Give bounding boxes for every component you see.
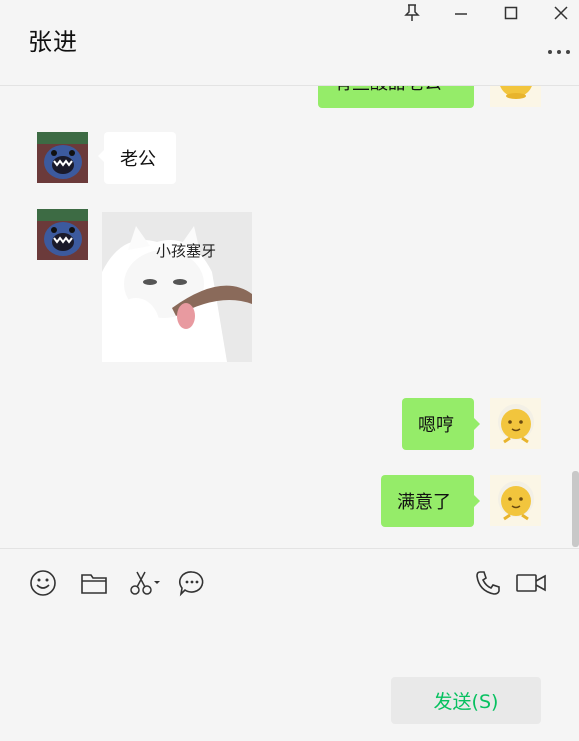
voice-call-button[interactable] [473, 568, 503, 598]
input-toolbar [0, 548, 579, 619]
scissors-icon [130, 571, 160, 595]
message-bubble[interactable]: 有些酸甜老公 [318, 86, 474, 108]
minimize-button[interactable] [450, 2, 472, 24]
user-avatar[interactable] [490, 86, 541, 107]
stitch-avatar-icon [37, 209, 88, 260]
user-avatar[interactable] [490, 398, 541, 449]
phone-icon [476, 571, 500, 595]
close-button[interactable] [550, 2, 572, 24]
emoji-avatar-icon [490, 475, 541, 526]
message-text: 满意了 [397, 492, 451, 513]
chat-history-button[interactable] [177, 568, 207, 598]
stitch-avatar-icon [37, 132, 88, 183]
contact-avatar[interactable] [37, 209, 88, 260]
contact-avatar[interactable] [37, 132, 88, 183]
pin-icon [404, 4, 420, 21]
more-options-button[interactable] [546, 40, 574, 60]
video-icon [516, 574, 546, 592]
emoji-avatar-icon [490, 86, 541, 107]
message-scrollbar[interactable] [572, 471, 579, 547]
message-bubble[interactable]: 老公 [98, 132, 176, 184]
message-bubble[interactable]: 满意了 [381, 475, 480, 527]
emoji-avatar-icon [490, 398, 541, 449]
chat-window: 张进 老公 小孩塞牙 嗯哼 满意了 发送(S) [0, 0, 579, 741]
send-file-button[interactable] [79, 568, 109, 598]
emoji-button[interactable] [28, 568, 58, 598]
chat-title: 张进 [28, 28, 78, 56]
message-text: 老公 [120, 149, 156, 170]
emoji-icon [30, 570, 56, 596]
chat-bubble-icon [178, 571, 204, 597]
user-avatar[interactable] [490, 475, 541, 526]
message-row: 嗯哼 [0, 398, 579, 452]
more-icon [548, 50, 570, 54]
message-row [0, 209, 579, 369]
message-row: 满意了 [0, 475, 579, 529]
message-input[interactable] [0, 618, 579, 673]
cat-sticker-icon [102, 212, 252, 362]
sticker-caption: 小孩塞牙 [156, 242, 217, 260]
screenshot-button[interactable] [128, 568, 162, 598]
message-list[interactable]: 有些酸甜老公 [0, 86, 579, 548]
message-text: 嗯哼 [418, 415, 454, 436]
close-icon [554, 6, 568, 20]
folder-icon [81, 574, 107, 594]
maximize-icon [504, 6, 518, 20]
message-text: 有些酸甜老公 [334, 86, 442, 95]
pin-button[interactable] [401, 2, 423, 24]
send-button[interactable]: 发送(S) [391, 677, 541, 724]
minimize-icon [455, 13, 467, 15]
message-row: 老公 [0, 132, 579, 186]
sticker-image[interactable]: 小孩塞牙 [102, 212, 252, 362]
title-bar: 张进 [0, 0, 579, 86]
message-bubble[interactable]: 嗯哼 [402, 398, 480, 450]
maximize-button[interactable] [500, 2, 522, 24]
video-call-button[interactable] [514, 568, 548, 598]
message-row: 有些酸甜老公 [0, 86, 579, 110]
